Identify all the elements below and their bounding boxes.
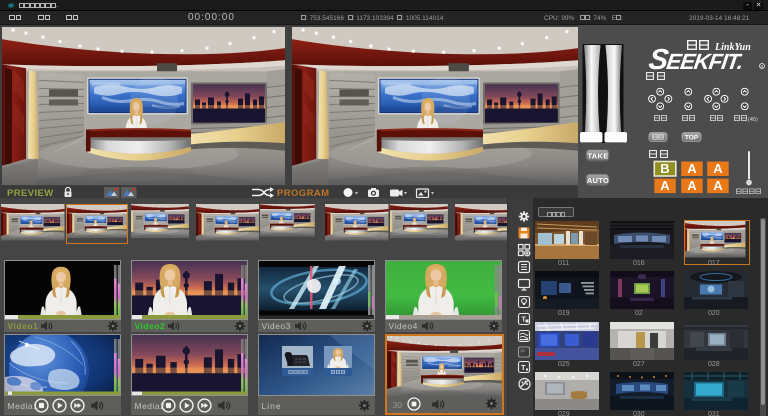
- svg-text:PREVIEW: PREVIEW: [7, 188, 54, 199]
- svg-text:A: A: [687, 161, 697, 176]
- svg-text:TOP: TOP: [685, 135, 699, 142]
- svg-text:A: A: [660, 178, 670, 193]
- svg-text:B: B: [660, 161, 669, 176]
- svg-text:TAKE: TAKE: [587, 152, 608, 161]
- svg-text:A: A: [713, 178, 723, 193]
- svg-text:R: R: [761, 64, 764, 69]
- svg-text:AUTO: AUTO: [587, 176, 609, 185]
- svg-text:PROGRAM: PROGRAM: [277, 188, 329, 199]
- svg-text:A: A: [713, 161, 723, 176]
- svg-text:A: A: [687, 178, 697, 193]
- svg-text:(45): (45): [748, 117, 758, 123]
- svg-text:EEKFIT.: EEKFIT.: [665, 49, 744, 74]
